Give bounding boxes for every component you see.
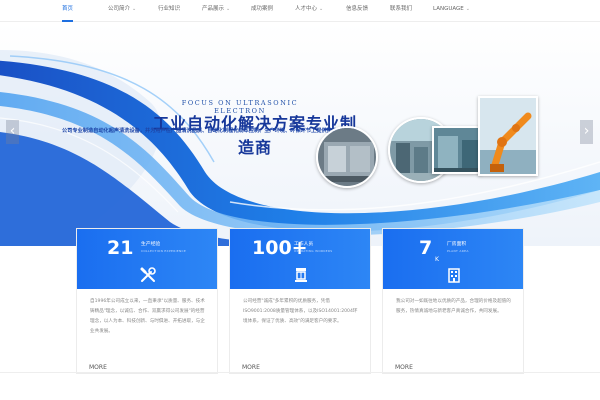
nav-item-label: LANGUAGE xyxy=(433,6,464,12)
nav-item-contact[interactable]: 联系我们 xyxy=(390,0,412,22)
stat-number: 21 xyxy=(107,237,134,259)
stat-card-experience: 21 生产经验 COLLECTION EXPERIENCE 自1996年公司成立… xyxy=(76,228,218,374)
chevron-left-icon: ‹ xyxy=(9,123,16,139)
nav-item-home[interactable]: 首页 xyxy=(62,0,74,22)
banner-subtitle: 公司专业制造自动化超声清洗设备，并为用户在产品清洗品质、自动化制程化成本控制、生… xyxy=(62,128,358,134)
stat-number: 7 xyxy=(419,237,433,259)
nav-item-label: 成功案例 xyxy=(251,6,274,12)
stat-card-header: 21 生产经验 COLLECTION EXPERIENCE xyxy=(77,229,217,289)
stat-card-text: 公司经营"诚成"多年累积的优质服务，凭借ISO9001:2008质量管理体系，以… xyxy=(243,299,358,324)
hero-banner: FOCUS ON ULTRASONIC ELECTRON 工业自动化解决方案专业… xyxy=(0,22,600,246)
nav-item-label: 信息反馈 xyxy=(346,6,369,12)
nav-item-label: 人才中心 xyxy=(295,6,318,12)
nav-item-label: 行业知识 xyxy=(158,6,181,12)
more-link-experience[interactable]: MORE xyxy=(89,364,107,371)
more-link-workers[interactable]: MORE xyxy=(242,364,260,371)
nav-item-products[interactable]: 产品展示 ⌄ xyxy=(202,0,230,22)
stat-card-text: 自1996年公司成立以来，一直秉承"以质量、服务、技术铸精品"理念，以诚信、合作… xyxy=(90,299,205,334)
chevron-down-icon: ⌄ xyxy=(226,6,231,12)
nav-item-cases[interactable]: 成功案例 xyxy=(251,0,273,22)
building-icon xyxy=(448,268,460,283)
stat-unit: K xyxy=(435,256,439,263)
banner-prev-button[interactable]: ‹ xyxy=(6,120,19,144)
nav-item-talent[interactable]: 人才中心 ⌄ xyxy=(295,0,323,22)
photo-robot-arm xyxy=(478,96,538,176)
machine-icon xyxy=(295,268,307,282)
stat-card-workers: 100+ 工作人员 OPERATING WORKERS 公司经营"诚成"多年累积… xyxy=(229,228,371,374)
stat-card-text: 我公司对一如既往地以优质的产品，合理的价格及超值的服务，热情真诚地与新老客户真诚… xyxy=(396,299,511,314)
main-nav: 首页 公司简介 ⌄ 行业知识 产品展示 ⌄ 成功案例 人才中心 ⌄ 信息反馈 联系我们… xyxy=(0,0,600,22)
chevron-down-icon: ⌄ xyxy=(319,6,324,12)
nav-item-about[interactable]: 公司简介 ⌄ xyxy=(108,0,136,22)
more-link-area[interactable]: MORE xyxy=(395,364,413,371)
photo-cleaning-machine xyxy=(316,126,378,188)
stat-label-en: COLLECTION EXPERIENCE xyxy=(141,249,187,253)
nav-item-label: 公司简介 xyxy=(108,6,131,12)
nav-item-feedback[interactable]: 信息反馈 xyxy=(346,0,368,22)
photo-equipment xyxy=(432,126,482,174)
stat-label: 工作人员 xyxy=(294,242,314,247)
banner-next-button[interactable]: › xyxy=(580,120,593,144)
chevron-right-icon: › xyxy=(583,123,590,139)
stat-card-area: 7 K 厂房面积 PLANT AREA 我公司对一如既往地以优质的产品，合理的价… xyxy=(382,228,524,374)
chevron-down-icon: ⌄ xyxy=(465,6,470,12)
stat-card-header: 100+ 工作人员 OPERATING WORKERS xyxy=(230,229,370,289)
tools-icon xyxy=(140,267,156,282)
nav-item-label: 联系我们 xyxy=(390,6,413,12)
stat-label: 厂房面积 xyxy=(447,242,467,247)
nav-item-label: 首页 xyxy=(62,6,74,12)
nav-item-language[interactable]: LANGUAGE ⌄ xyxy=(433,0,470,22)
stat-label-en: PLANT AREA xyxy=(447,249,469,253)
divider xyxy=(0,372,600,373)
stat-card-header: 7 K 厂房面积 PLANT AREA xyxy=(383,229,523,289)
nav-item-knowledge[interactable]: 行业知识 xyxy=(158,0,180,22)
chevron-down-icon: ⌄ xyxy=(132,6,137,12)
page: 首页 公司简介 ⌄ 行业知识 产品展示 ⌄ 成功案例 人才中心 ⌄ 信息反馈 联系我们… xyxy=(0,0,600,400)
stat-label-en: OPERATING WORKERS xyxy=(294,249,333,253)
stat-label: 生产经验 xyxy=(141,242,161,247)
nav-item-label: 产品展示 xyxy=(202,6,225,12)
